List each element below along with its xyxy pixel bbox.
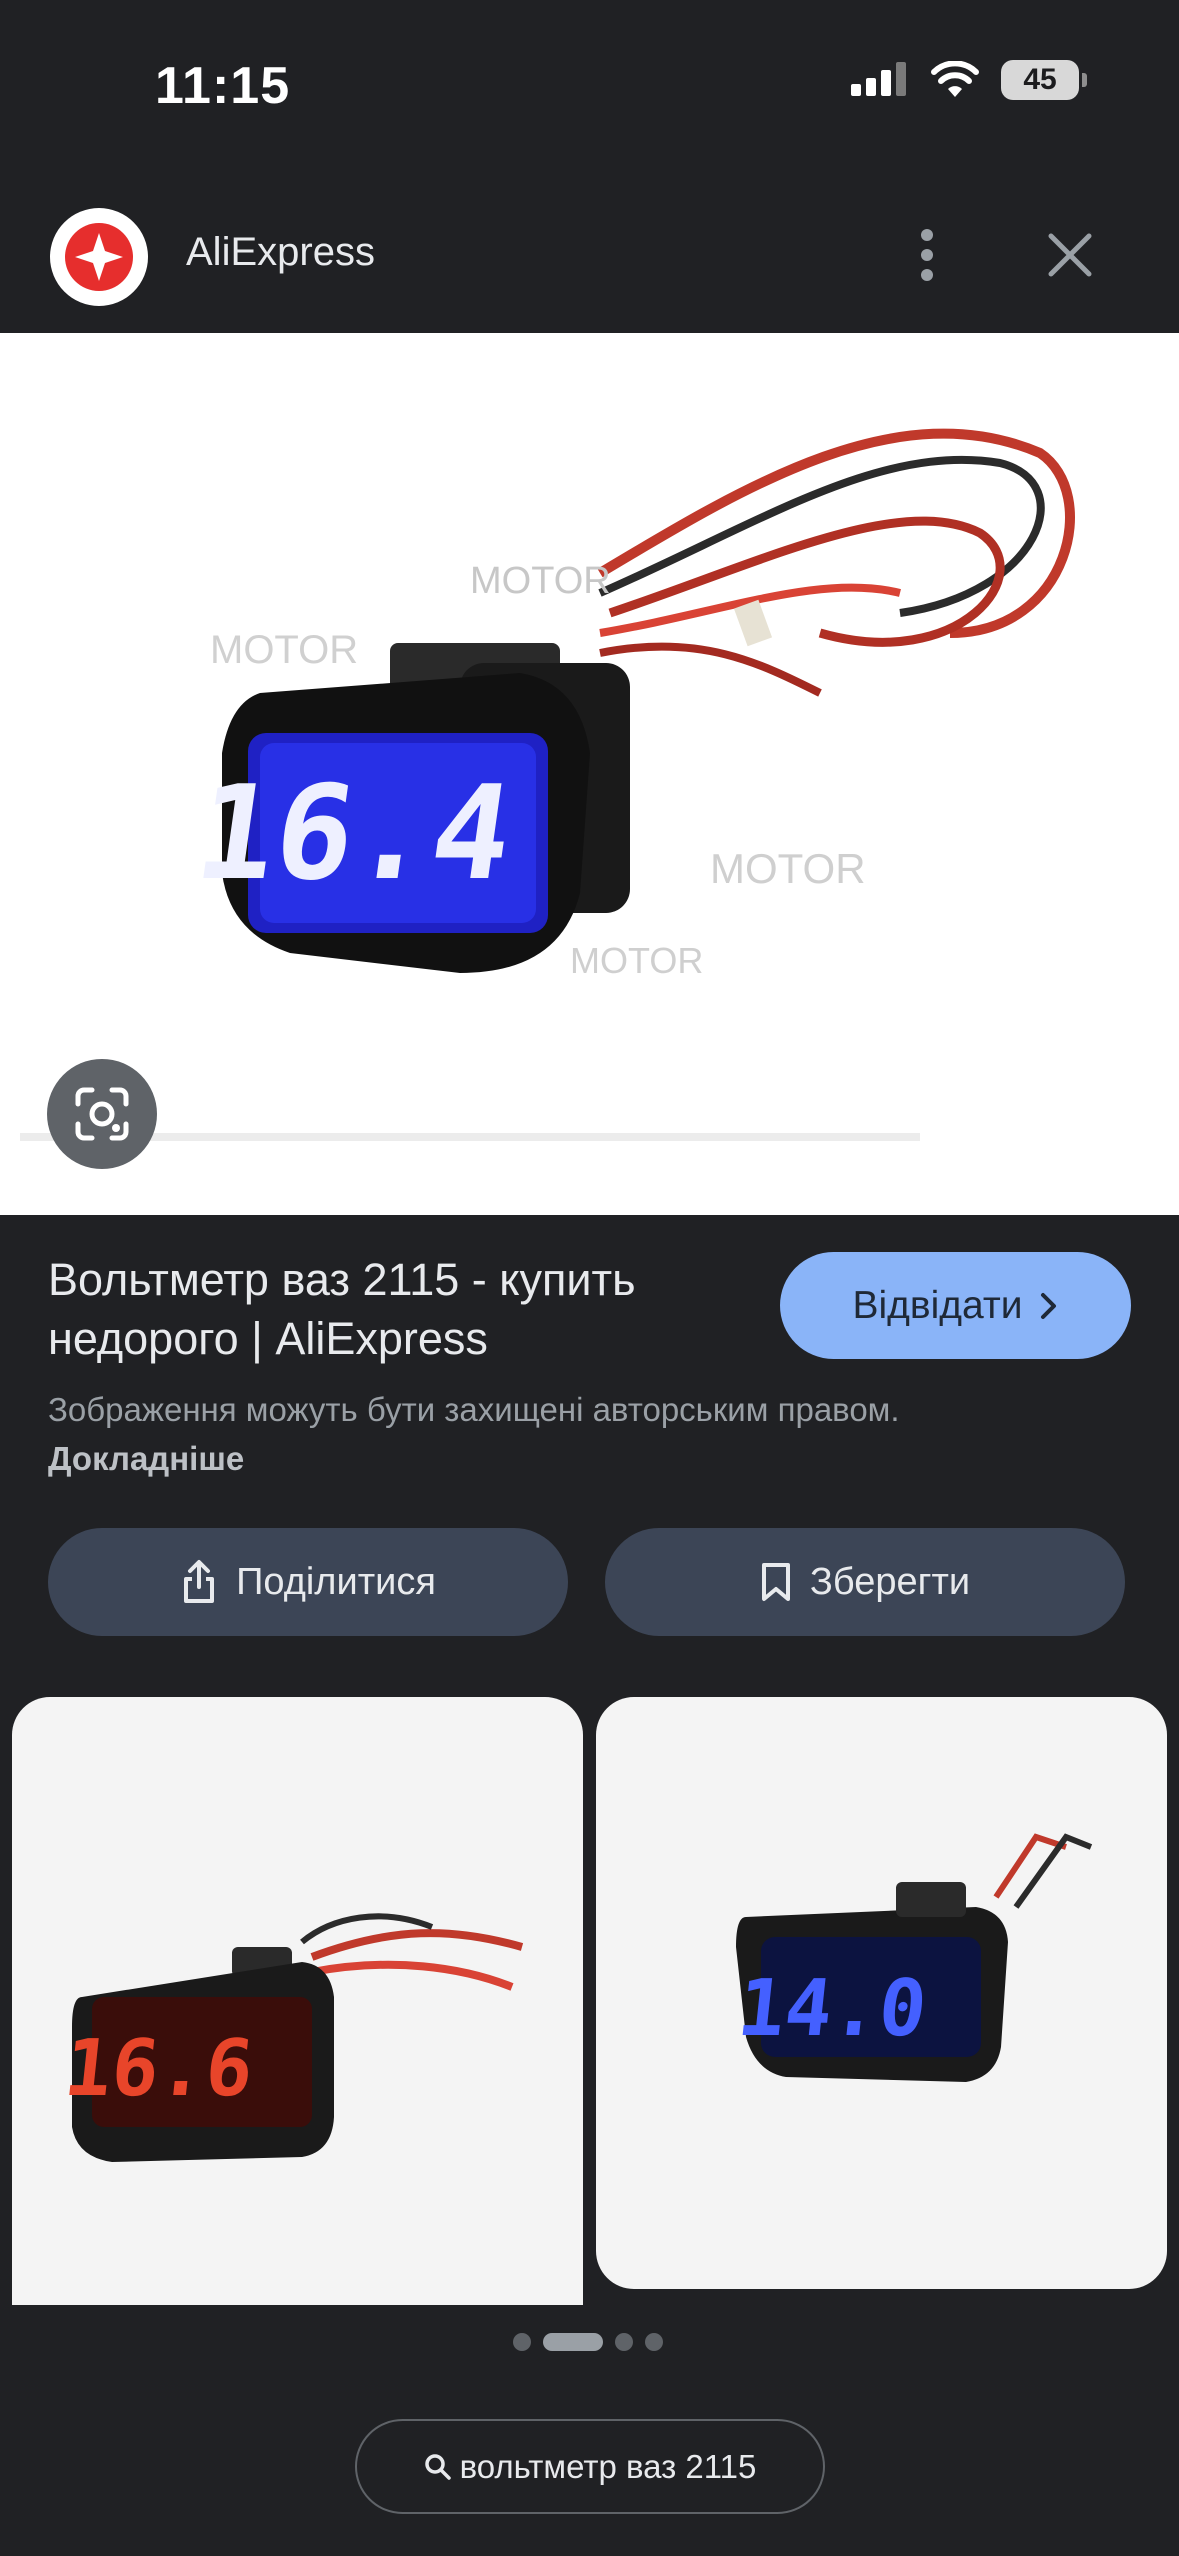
- pagination-dot[interactable]: [615, 2333, 633, 2351]
- share-label: Поділитися: [236, 1560, 436, 1603]
- save-label: Зберегти: [809, 1560, 971, 1603]
- close-icon[interactable]: [1040, 225, 1100, 285]
- status-icons: 45: [851, 60, 1087, 100]
- svg-text:MOTOR: MOTOR: [470, 560, 611, 602]
- blue-voltmeter-image: 14.0: [733, 1833, 1093, 2082]
- save-button[interactable]: Зберегти: [605, 1528, 1125, 1636]
- search-icon: [424, 2453, 451, 2480]
- svg-text:MOTOR: MOTOR: [210, 628, 358, 672]
- battery-icon: 45: [1001, 60, 1087, 100]
- svg-text:MOTOR: MOTOR: [710, 845, 866, 892]
- bookmark-icon: [761, 1563, 790, 1601]
- visit-label: Відвідати: [852, 1283, 1023, 1327]
- google-lens-button[interactable]: [47, 1059, 157, 1169]
- pagination-dot[interactable]: [645, 2333, 663, 2351]
- source-header: AliExpress: [0, 200, 1179, 332]
- voltmeter-image: MOTOR MOTOR MOTOR MOTOR 16.4: [20, 428, 1075, 1141]
- status-time: 11:15: [155, 57, 291, 115]
- main-product-image[interactable]: MOTOR MOTOR MOTOR MOTOR 16.4: [0, 333, 1179, 1215]
- visit-button[interactable]: Відвідати: [780, 1252, 1131, 1359]
- main-display-value: 16.4: [187, 758, 521, 909]
- aliexpress-logo-icon[interactable]: [50, 208, 148, 306]
- lens-icon: [75, 1087, 129, 1141]
- related-display-value: 16.6: [60, 2023, 257, 2114]
- copyright-notice: Зображення можуть бути захищені авторськ…: [48, 1385, 948, 1483]
- svg-text:MOTOR: MOTOR: [570, 940, 703, 981]
- pagination-dot[interactable]: [513, 2333, 531, 2351]
- related-display-value: 14.0: [733, 1963, 930, 2054]
- share-button[interactable]: Поділитися: [48, 1528, 568, 1636]
- more-vert-icon[interactable]: [905, 220, 949, 290]
- result-title[interactable]: Вольтметр ваз 2115 - купить недорого | A…: [48, 1250, 748, 1368]
- related-image-card[interactable]: 14.0: [596, 1697, 1167, 2289]
- red-voltmeter-image: 16.6: [60, 1913, 524, 2162]
- site-name[interactable]: AliExpress: [186, 230, 375, 275]
- wifi-icon: [931, 61, 979, 97]
- cellular-signal-icon: [851, 62, 906, 96]
- search-query-text: вольтметр ваз 2115: [459, 2447, 757, 2485]
- status-bar: 11:15 45: [0, 0, 1179, 175]
- chevron-right-icon: [1040, 1292, 1056, 1319]
- share-icon: [184, 1560, 215, 1603]
- battery-level: 45: [1023, 63, 1057, 96]
- related-image-card[interactable]: 16.6: [12, 1697, 583, 2305]
- learn-more-link[interactable]: Докладніше: [48, 1440, 244, 1477]
- copyright-text: Зображення можуть бути захищені авторськ…: [48, 1391, 900, 1428]
- search-query-chip[interactable]: вольтметр ваз 2115: [355, 2419, 825, 2514]
- pagination-dots: [513, 2333, 663, 2351]
- pagination-dot-active[interactable]: [543, 2333, 603, 2351]
